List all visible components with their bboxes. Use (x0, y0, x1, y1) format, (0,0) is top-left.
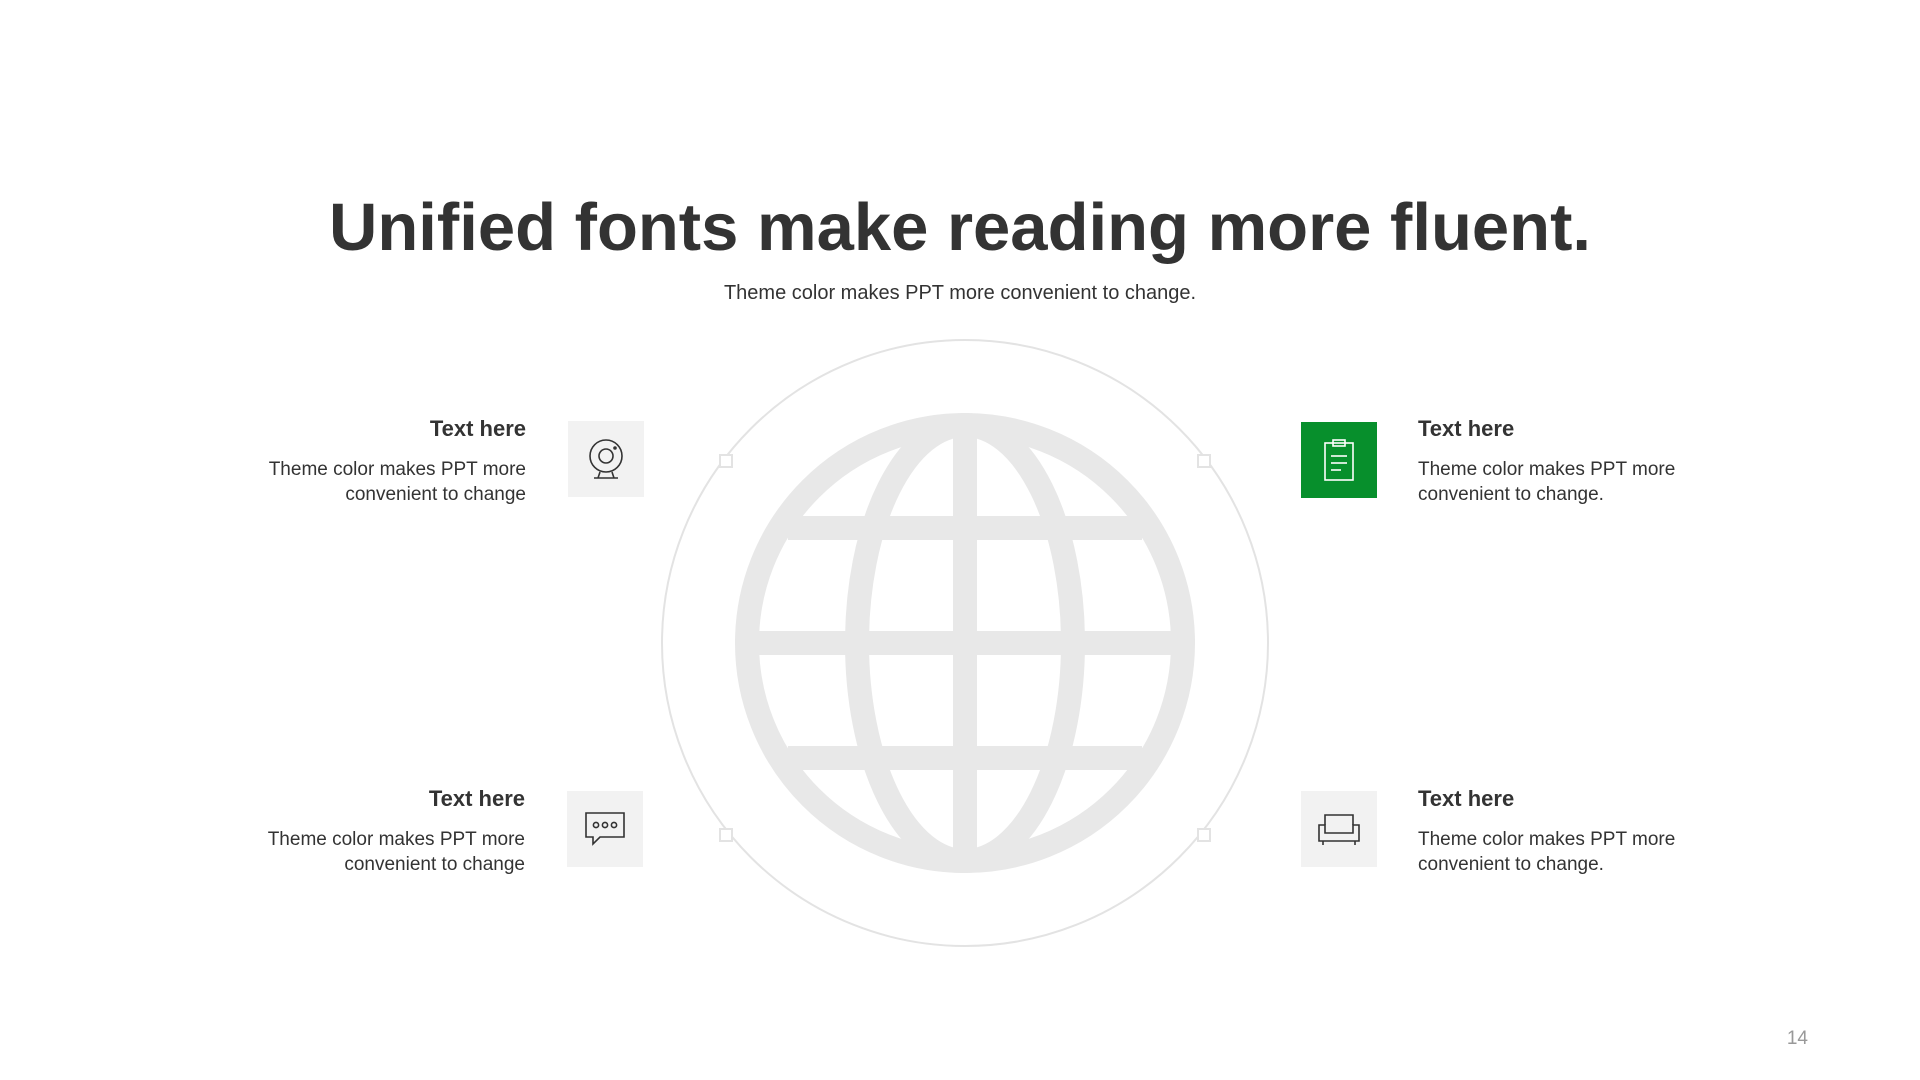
feature-description: Theme color makes PPT more convenient to… (268, 459, 526, 505)
feature-item-top-left: Text here Theme color makes PPT more con… (226, 415, 526, 507)
feature-description: Theme color makes PPT more convenient to… (267, 829, 525, 875)
feature-heading: Text here (1418, 786, 1515, 811)
slide-subtitle: Theme color makes PPT more convenient to… (723, 282, 1197, 304)
armchair-icon (1318, 814, 1360, 845)
globe-icon (735, 413, 1195, 873)
feature-item-bottom-right: Text here Theme color makes PPT more con… (1418, 785, 1718, 877)
slide-title: Unified fonts make reading more fluent. (328, 190, 1591, 265)
globe-graphic (661, 339, 1269, 947)
feature-description: Theme color makes PPT more convenient to… (1418, 459, 1676, 505)
feature-item-bottom-left: Text here Theme color makes PPT more con… (225, 785, 525, 877)
feature-heading: Text here (428, 786, 525, 811)
feature-icon-box-top-left (568, 421, 644, 497)
clipboard-icon (1324, 439, 1354, 481)
feature-icon-box-top-right (1301, 422, 1377, 498)
webcam-icon (589, 439, 623, 479)
feature-heading: Text here (1418, 416, 1515, 441)
feature-icon-box-bottom-left (567, 791, 643, 867)
chat-bubble-icon (585, 812, 625, 846)
feature-icon-box-bottom-right (1301, 791, 1377, 867)
slide: Unified fonts make reading more fluent. … (0, 0, 1920, 1080)
feature-heading: Text here (429, 416, 526, 441)
feature-description: Theme color makes PPT more convenient to… (1418, 829, 1676, 875)
feature-item-top-right: Text here Theme color makes PPT more con… (1418, 415, 1718, 507)
page-number: 14 (1786, 1028, 1808, 1049)
